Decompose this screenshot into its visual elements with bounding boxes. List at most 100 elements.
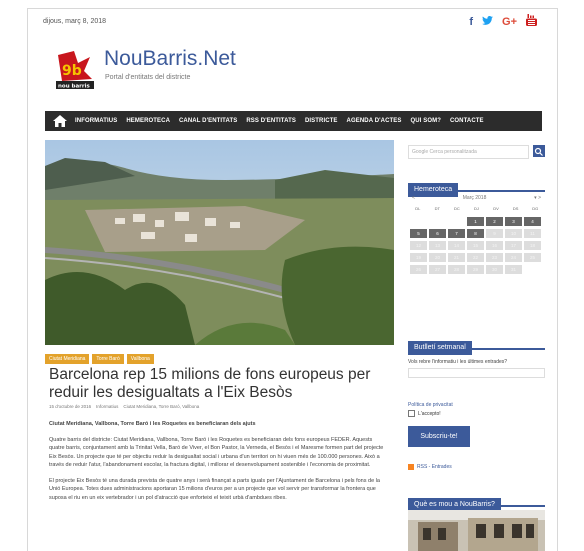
search-input[interactable]: Google Cerca personalitzada [408, 145, 529, 159]
post-author[interactable]: Informatius [96, 404, 118, 409]
calendar-header: < Març 2018 ▾ > [408, 195, 545, 201]
weekday-label: DG [532, 206, 539, 211]
nav-item-canal-entitats[interactable]: CANAL D'ENTITATS [179, 118, 237, 124]
butlleti-widget-title: Butlletí setmanal [408, 336, 545, 355]
calendar-day[interactable]: 8 [467, 229, 484, 238]
calendar-day[interactable]: 7 [448, 229, 465, 238]
rss-icon [408, 464, 414, 470]
post-body: Ciutat Meridiana, Vallbona, Torre Baró i… [49, 420, 389, 509]
social-links: f G+ [469, 14, 537, 30]
weekday-label: DT [434, 206, 441, 211]
calendar-day: 13 [429, 241, 446, 250]
subscribe-button[interactable]: Subscriu-te! [408, 426, 470, 447]
calendar-day: 14 [448, 241, 465, 250]
search-icon [534, 147, 543, 156]
calendar-day[interactable]: 6 [429, 229, 446, 238]
weekday-label: DJ [474, 206, 479, 211]
calendar-day: 12 [410, 241, 427, 250]
calendar-day: 21 [448, 253, 465, 262]
calendar-empty-cell [448, 217, 465, 226]
calendar-day[interactable]: 5 [410, 229, 427, 238]
calendar-day: 29 [467, 265, 484, 274]
calendar-day: 30 [486, 265, 503, 274]
calendar-day: 18 [524, 241, 541, 250]
calendar-day: 17 [505, 241, 522, 250]
email-field[interactable] [408, 368, 545, 378]
nav-item-rss-entitats[interactable]: RSS D'ENTITATS [246, 118, 296, 124]
calendar-day: 24 [505, 253, 522, 262]
main-navigation: INFORMATIUS HEMEROTECA CANAL D'ENTITATS … [45, 111, 542, 131]
post-lead: Ciutat Meridiana, Vallbona, Torre Baró i… [49, 421, 256, 427]
post-title[interactable]: Barcelona rep 15 milions de fons europeu… [49, 366, 389, 402]
page-frame: dijous, març 8, 2018 f G+ 9b nou barris … [27, 8, 558, 551]
category-tag[interactable]: Ciutat Meridiana [45, 354, 90, 364]
site-logo[interactable]: 9b nou barris [54, 49, 96, 91]
calendar-day: 22 [467, 253, 484, 262]
calendar-day: 20 [429, 253, 446, 262]
google-plus-icon[interactable]: G+ [502, 15, 517, 29]
post-paragraph: El projecte Eix Besòs té una durada prev… [49, 477, 380, 501]
privacy-accept-row: L'accepto! [408, 410, 441, 417]
calendar-grid: 1 2 3 4 5 6 7 8 9 10 11 12 13 14 15 16 17 18 19 20 21 22 23 24 2… [410, 217, 545, 274]
site-branding: 9b nou barris NouBarris.Net Portal d'ent… [28, 35, 557, 109]
weekday-label: DC [454, 206, 460, 211]
nav-item-districte[interactable]: DISTRICTE [305, 118, 338, 124]
calendar-day[interactable]: 4 [524, 217, 541, 226]
weekday-label: DV [493, 206, 499, 211]
calendar-day: 23 [486, 253, 503, 262]
calendar-day[interactable]: 2 [486, 217, 503, 226]
home-icon[interactable] [53, 115, 67, 127]
rss-link[interactable]: RSS - Entrades [408, 464, 452, 470]
calendar-day: 27 [429, 265, 446, 274]
calendar-weekdays: DL DT DC DJ DV DS DG [408, 206, 545, 211]
svg-text:9b: 9b [62, 63, 82, 79]
calendar-empty-cell [410, 217, 427, 226]
svg-text:nou barris: nou barris [58, 84, 90, 90]
post-date[interactable]: 15 d'octubre de 2016 [49, 404, 91, 409]
calendar-day[interactable]: 3 [505, 217, 522, 226]
butlleti-question: Vols rebre l'informatiu i les últimes en… [408, 359, 508, 365]
butlleti-title: Butlletí setmanal [408, 341, 472, 355]
post-categories: Ciutat Meridiana Torre Baró Vallbona [45, 354, 154, 364]
twitter-icon[interactable] [482, 15, 493, 29]
search-placeholder: Cerca personalitzada [429, 149, 477, 155]
current-date: dijous, març 8, 2018 [43, 18, 107, 25]
site-tagline: Portal d'entitats del districte [105, 74, 191, 81]
category-tag[interactable]: Vallbona [126, 354, 154, 364]
rss-label: RSS - Entrades [417, 464, 452, 470]
calendar-day: 28 [448, 265, 465, 274]
que-es-mou-photo[interactable] [408, 510, 545, 551]
calendar-month: Març 2018 [462, 195, 487, 201]
facebook-icon[interactable]: f [469, 15, 473, 29]
nav-item-agenda[interactable]: AGENDA D'ACTES [347, 118, 402, 124]
calendar-next[interactable]: ▾ > [534, 195, 541, 201]
nav-item-hemeroteca[interactable]: HEMEROTECA [126, 118, 170, 124]
calendar-day[interactable]: 1 [467, 217, 484, 226]
calendar-day: 10 [505, 229, 522, 238]
calendar-day: 9 [486, 229, 503, 238]
calendar-empty-cell [429, 217, 446, 226]
google-label: Google [412, 149, 429, 155]
calendar-day: 15 [467, 241, 484, 250]
search-button[interactable] [533, 145, 545, 157]
post-meta: 15 d'octubre de 2016 Informatius Ciutat … [49, 404, 199, 409]
calendar-day: 26 [410, 265, 427, 274]
youtube-icon[interactable] [526, 14, 537, 30]
top-bar: dijous, març 8, 2018 f G+ [28, 9, 557, 35]
calendar-day: 31 [505, 265, 522, 274]
privacy-link[interactable]: Política de privacitat [408, 402, 453, 408]
category-tag[interactable]: Torre Baró [92, 354, 124, 364]
nav-item-contacte[interactable]: CONTACTE [450, 118, 484, 124]
featured-image[interactable] [45, 140, 394, 345]
post-tags[interactable]: Ciutat Meridiana, Torre Baró, Vallbona [123, 404, 199, 409]
privacy-accept-label: L'accepto! [418, 410, 441, 417]
calendar-prev[interactable]: < [412, 195, 415, 201]
weekday-label: DS [512, 206, 519, 211]
calendar-day: 11 [524, 229, 541, 238]
nav-item-informatius[interactable]: INFORMATIUS [75, 118, 117, 124]
calendar-day: 16 [486, 241, 503, 250]
site-title[interactable]: NouBarris.Net [104, 47, 236, 71]
privacy-checkbox[interactable] [408, 410, 415, 417]
hemeroteca-widget-title: Hemeroteca [408, 178, 545, 197]
nav-item-qui-som[interactable]: QUI SOM? [411, 118, 441, 124]
